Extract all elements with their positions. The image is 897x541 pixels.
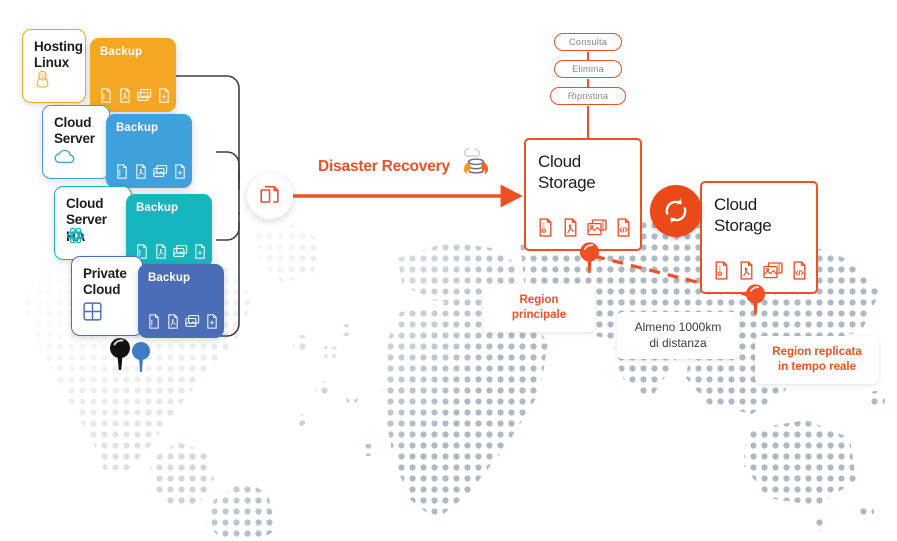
code-file-icon [195, 244, 205, 259]
copy-documents-badge[interactable] [247, 173, 293, 219]
action-pill-label: Elimina [572, 64, 604, 75]
label-replica-region: Region replicata in tempo reale [755, 336, 879, 384]
atom-icon [66, 226, 85, 250]
backup-file-icon-group [147, 314, 219, 329]
pdf-file-icon [156, 244, 166, 259]
pdf-file-icon [168, 314, 178, 329]
pdf-file-icon [740, 261, 753, 280]
map-pin-orange-primary [579, 242, 600, 273]
cloud-storage-file-icons [537, 218, 632, 237]
backup-card-title: Backup [136, 202, 179, 214]
code-file-icon [617, 218, 630, 237]
sync-arrows-icon [665, 198, 687, 224]
cloud-storage-title: Cloud Storage [714, 195, 772, 236]
cloud-storage-replica[interactable]: Cloud Storage [700, 181, 818, 294]
backup-card-title: Backup [116, 122, 159, 134]
map-pin-black [110, 338, 130, 370]
code-file-icon [793, 261, 806, 280]
images-stack-icon [153, 165, 168, 177]
action-pill-label: Consulta [568, 37, 608, 48]
label-primary-region: Region principale [483, 284, 595, 332]
diagram-canvas: Hosting Linux Backup Cloud Server Backup… [0, 0, 897, 541]
label-text: Region replicata in tempo reale [772, 345, 862, 373]
backup-card-title: Backup [148, 272, 191, 284]
grid-icon [83, 302, 102, 326]
code-file-icon [175, 164, 185, 179]
cloud-storage-title: Cloud Storage [538, 152, 596, 193]
media-images-icon [587, 219, 607, 236]
backup-file-icon-group [115, 164, 187, 179]
backup-card-cloud-server[interactable]: Backup [106, 114, 192, 188]
media-images-icon [763, 262, 783, 279]
action-pill-label: Ripristina [567, 91, 609, 102]
zip-file-icon [715, 261, 728, 280]
map-pin-blue [132, 342, 150, 372]
disaster-recovery-label: Disaster Recovery [318, 158, 450, 175]
document-file-icon [149, 314, 159, 329]
document-file-icon [117, 164, 127, 179]
map-pin-orange-replica [745, 284, 766, 315]
label-text: Region principale [511, 293, 567, 321]
action-pill-ripristina[interactable]: Ripristina [550, 87, 626, 105]
backup-card-private-cloud[interactable]: Backup [138, 264, 224, 338]
service-card-cloud-server[interactable]: Cloud Server [42, 105, 110, 179]
cloud-storage-file-icons [713, 261, 808, 280]
images-stack-icon [173, 245, 188, 257]
sync-badge[interactable] [650, 185, 702, 237]
cloud-storage-primary[interactable]: Cloud Storage [524, 138, 642, 251]
action-pill-consulta[interactable]: Consulta [554, 33, 622, 51]
code-file-icon [207, 314, 217, 329]
service-card-cloud-server-ha[interactable]: Cloud Server HA [54, 186, 132, 260]
database-on-fire-icon [459, 145, 493, 185]
cloud-icon [54, 149, 76, 169]
action-pill-elimina[interactable]: Elimina [554, 60, 622, 78]
images-stack-icon [185, 315, 200, 327]
pdf-file-icon [136, 164, 146, 179]
copy-documents-icon [260, 185, 279, 203]
backup-file-icon-group [135, 244, 207, 259]
service-card-private-cloud[interactable]: Private Cloud [71, 256, 143, 336]
label-text: Almeno 1000km di distanza [634, 319, 722, 350]
pdf-file-icon [564, 218, 577, 237]
label-distance: Almeno 1000km di distanza [617, 312, 739, 359]
service-card-title: Cloud Server [54, 115, 95, 147]
zip-file-icon [539, 218, 552, 237]
service-card-title: Private Cloud [83, 266, 127, 298]
